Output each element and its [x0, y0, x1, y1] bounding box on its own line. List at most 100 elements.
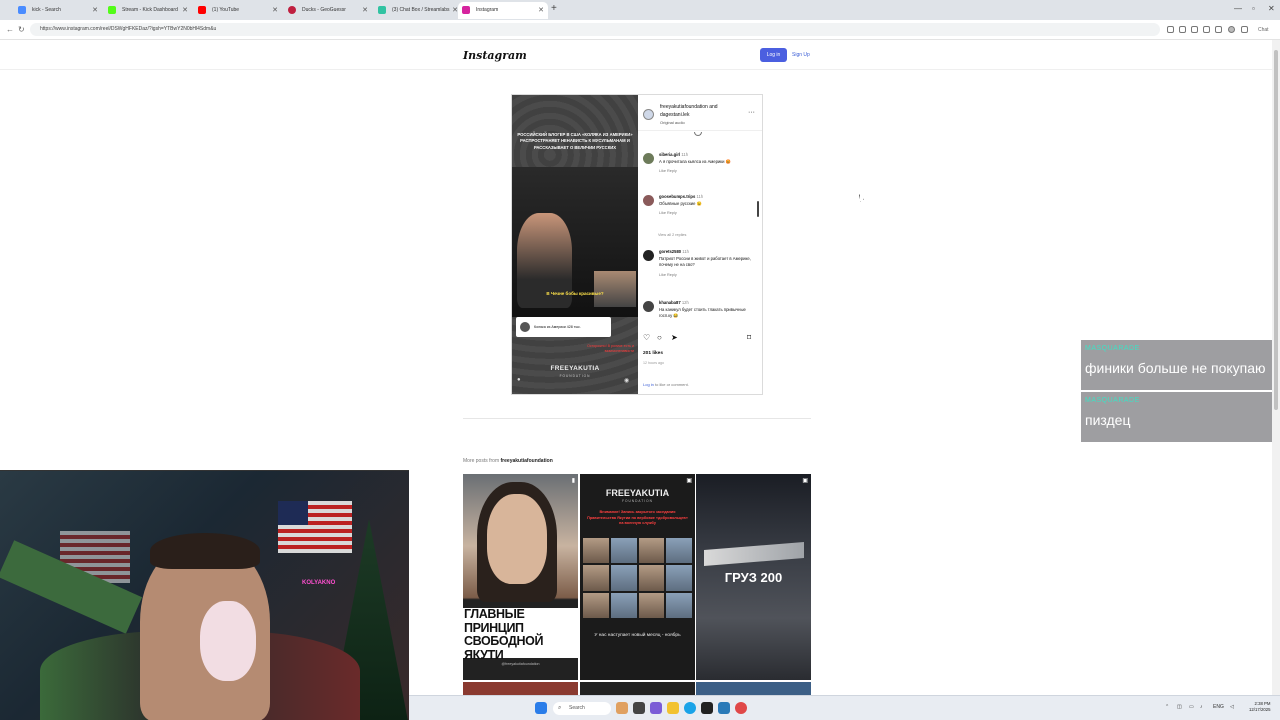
edge-icon[interactable] [684, 702, 696, 714]
lang-indicator[interactable]: ENG [1213, 704, 1224, 710]
grid-post[interactable]: ГРУЗ 200 ▣ [696, 474, 811, 680]
close-tab-icon[interactable]: ✕ [182, 2, 188, 19]
comment-user[interactable]: khanaba87 [659, 300, 681, 305]
comments-scrollbar[interactable] [756, 135, 760, 325]
commenter-avatar[interactable] [643, 301, 654, 312]
favorites-bar-icon[interactable] [1215, 26, 1222, 33]
mute-icon[interactable]: ◉ [624, 377, 629, 384]
windows-taskbar: ⌕ Search ⌃ ◫ ▭ ♪ ENG ◁ 2:38 PM 12/17/2025 [409, 695, 1280, 720]
search-icon: ⌕ [558, 705, 562, 711]
scrollbar-thumb[interactable] [1274, 50, 1278, 410]
close-tab-icon[interactable]: ✕ [272, 2, 278, 19]
extension-icon[interactable] [1167, 26, 1174, 33]
profile-avatar[interactable] [1228, 26, 1235, 33]
streamer-hair [150, 533, 260, 569]
scrollbar-thumb[interactable] [757, 201, 759, 217]
instagram-header: Instagram Log in Sign Up [0, 40, 1272, 70]
video-profile-bar: Коляка из Америки 428 тыс. [516, 317, 611, 337]
split-view-icon[interactable] [1203, 26, 1210, 33]
grid-post-text: ГРУЗ 200 [724, 570, 783, 585]
more-posts-user-link[interactable]: freeyakutiafoundation [501, 458, 553, 464]
like-count[interactable]: 201 likes [643, 351, 663, 356]
reload-icon[interactable]: ↻ [18, 25, 25, 34]
signup-link[interactable]: Sign Up [792, 52, 810, 58]
grid-post[interactable] [696, 682, 811, 696]
save-icon[interactable]: ⌑ [747, 333, 751, 342]
carousel-icon: ▮ [571, 478, 575, 484]
taskbar-search[interactable]: ⌕ Search [553, 702, 611, 715]
instagram-logo[interactable]: Instagram [463, 49, 527, 62]
grid-post[interactable] [580, 682, 695, 696]
commenter-avatar[interactable] [643, 153, 654, 164]
share-icon[interactable]: ➤ [671, 333, 678, 342]
page-scrollbar[interactable] [1272, 40, 1280, 695]
login-button[interactable]: Log in [760, 48, 787, 62]
file-explorer-icon[interactable] [667, 702, 679, 714]
new-tab-button[interactable]: + [551, 3, 557, 14]
comment-user[interactable]: goosebumps.trips [659, 194, 695, 199]
close-tab-icon[interactable]: ✕ [92, 2, 98, 19]
tab-streamlabs[interactable]: (3) Chat Box / Streamlabs ✕ [374, 2, 462, 19]
login-link[interactable]: Log in [643, 382, 654, 387]
close-window-button[interactable]: ✕ [1268, 4, 1275, 13]
like-icon[interactable]: ♡ [643, 333, 650, 342]
steam-icon[interactable] [718, 702, 730, 714]
commenter-avatar[interactable] [643, 195, 654, 206]
airplane-image [704, 542, 804, 566]
comment-actions[interactable]: Like Reply [659, 273, 755, 279]
comment-actions[interactable]: Like Reply [659, 169, 755, 175]
obs-icon[interactable] [701, 702, 713, 714]
freeyakutia-logo: FREEYAKUTIA [605, 488, 670, 498]
comment-actions[interactable]: Like Reply [659, 211, 755, 217]
tab-kick-search[interactable]: kick - Search ✕ [14, 2, 102, 19]
grid-post[interactable]: FREEYAKUTIA FOUNDATION Внимание! Запись … [580, 474, 695, 680]
comment-icon[interactable]: ○ [657, 333, 662, 342]
post-sidebar: freeyakutiafoundation and dagestani.lek … [638, 95, 762, 394]
close-tab-icon[interactable]: ✕ [538, 2, 544, 19]
streamlabs-icon [378, 6, 386, 14]
author-avatar[interactable] [643, 109, 654, 120]
reel-post: Российский блогер в США «Коляка из Амери… [511, 94, 763, 395]
minimize-button[interactable]: — [1234, 4, 1242, 13]
url-field[interactable]: https://www.instagram.com/reel/DSWgHFKED… [30, 23, 1160, 36]
menu-icon[interactable] [1241, 26, 1248, 33]
tab-youtube[interactable]: (1) YouTube ✕ [194, 2, 282, 19]
copilot-chat-button[interactable]: Chat [1258, 27, 1269, 33]
translate-icon[interactable] [1179, 26, 1186, 33]
user-tags-icon[interactable]: ● [517, 377, 521, 383]
windows-start-icon[interactable] [535, 702, 547, 714]
mic-icon[interactable]: ♪ [1200, 704, 1203, 710]
task-view-icon[interactable] [633, 702, 645, 714]
us-flag-image [278, 501, 352, 553]
grid-post[interactable] [463, 682, 578, 696]
audio-label[interactable]: Original audio [660, 120, 685, 125]
volume-icon[interactable]: ◁ [1230, 704, 1234, 710]
comment-user[interactable]: siberia.girl [659, 152, 680, 157]
tray-overflow-icon[interactable]: ⌃ [1165, 704, 1169, 710]
freeyakutia-logo: FREEYAKUTIA [550, 365, 600, 372]
widgets-icon[interactable] [616, 702, 628, 714]
tab-kick-dashboard[interactable]: Stream - Kick Dashboard ✕ [104, 2, 192, 19]
chrome-icon[interactable] [735, 702, 747, 714]
youtube-icon [198, 6, 206, 14]
network-icon[interactable]: ◫ [1177, 704, 1182, 710]
grid-post[interactable]: ГЛАВНЫЕ ПРИНЦИП СВОБОДНОЙ ЯКУТИ @freeyak… [463, 474, 578, 680]
post-authors[interactable]: freeyakutiafoundation and dagestani.lek [660, 103, 740, 119]
comment-user[interactable]: gorets2580 [659, 249, 681, 254]
taskbar-clock[interactable]: 2:38 PM 12/17/2025 [1249, 701, 1271, 714]
reel-video[interactable]: Российский блогер в США «Коляка из Амери… [512, 95, 638, 394]
maximize-button[interactable]: ▫ [1252, 4, 1255, 13]
back-icon[interactable]: ← [6, 25, 14, 34]
tab-instagram[interactable]: Instagram ✕ [458, 2, 548, 19]
more-options-icon[interactable]: ··· [748, 109, 755, 116]
post-time: 12 hours ago [643, 361, 664, 365]
plush-toy [200, 601, 256, 681]
post-header: freeyakutiafoundation and dagestani.lek … [638, 95, 762, 131]
favorite-icon[interactable] [1191, 26, 1198, 33]
view-replies-link[interactable]: View all 2 replies [658, 233, 686, 237]
app-icon[interactable] [650, 702, 662, 714]
commenter-avatar[interactable] [643, 250, 654, 261]
tab-geoguessr[interactable]: Ducks - GeoGuessr ✕ [284, 2, 372, 19]
close-tab-icon[interactable]: ✕ [362, 2, 368, 19]
battery-icon[interactable]: ▭ [1189, 704, 1194, 710]
